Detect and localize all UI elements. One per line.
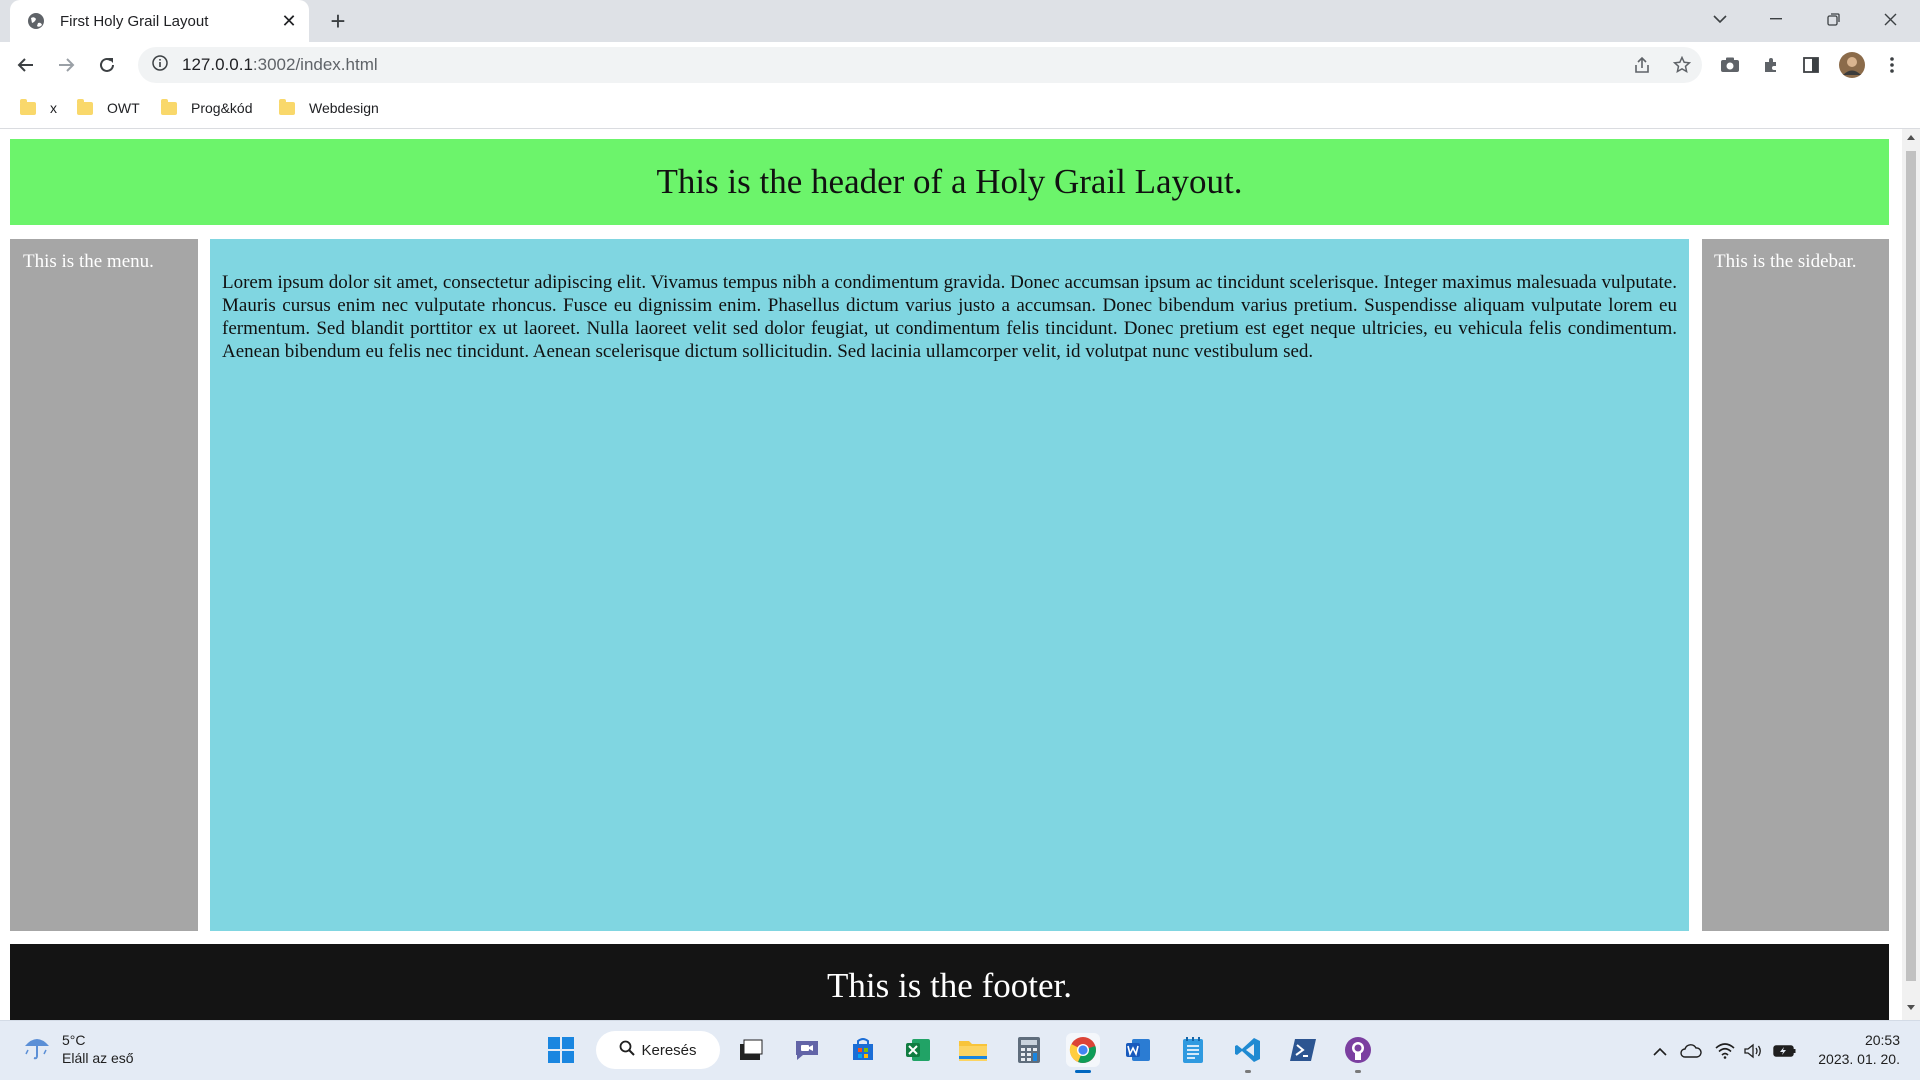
word-icon[interactable] <box>1121 1033 1155 1067</box>
bookmark-label: Webdesign <box>309 100 379 116</box>
kebab-menu-icon[interactable] <box>1876 49 1908 81</box>
clock-time: 20:53 <box>1864 1032 1900 1048</box>
chrome-icon[interactable] <box>1066 1033 1100 1073</box>
open-indicator <box>1245 1070 1251 1073</box>
search-icon <box>619 1040 636 1060</box>
calculator-icon[interactable] <box>1012 1033 1046 1067</box>
weather-widget[interactable]: 5°C Eláll az eső <box>22 1031 134 1067</box>
umbrella-rain-icon <box>22 1032 52 1067</box>
battery-icon[interactable] <box>1772 1039 1798 1063</box>
taskbar-search[interactable]: Keresés <box>596 1031 720 1069</box>
close-window-button[interactable] <box>1862 0 1918 38</box>
restore-button[interactable] <box>1805 0 1861 38</box>
windows-start-icon[interactable] <box>544 1033 578 1067</box>
page-footer: This is the footer. <box>10 944 1889 1020</box>
bookmark-owt[interactable]: OWT <box>77 96 140 120</box>
scroll-down-arrow[interactable] <box>1907 1005 1915 1010</box>
browser-tab[interactable]: First Holy Grail Layout ✕ <box>10 0 309 42</box>
bookmark-star-icon[interactable] <box>1666 49 1698 81</box>
folder-icon <box>279 98 295 115</box>
forward-button[interactable] <box>50 49 82 81</box>
open-indicator <box>1355 1070 1361 1073</box>
vscode-icon[interactable] <box>1231 1033 1265 1073</box>
notepad-icon[interactable] <box>1176 1033 1210 1067</box>
url-text: 127.0.0.1:3002/index.html <box>182 55 378 75</box>
powershell-icon[interactable] <box>1286 1033 1320 1067</box>
bookmark-label: OWT <box>107 100 140 116</box>
bookmark-webdesign[interactable]: Webdesign <box>279 96 379 120</box>
clock-date: 2023. 01. 20. <box>1818 1051 1900 1067</box>
url-host: 127.0.0.1 <box>182 55 253 74</box>
excel-icon[interactable] <box>901 1033 935 1067</box>
chevron-up-icon[interactable] <box>1650 1039 1670 1063</box>
weather-description: Eláll az eső <box>62 1050 134 1066</box>
page-viewport: This is the header of a Holy Grail Layou… <box>0 129 1902 1020</box>
volume-icon[interactable] <box>1742 1039 1764 1063</box>
page-menu: This is the menu. <box>10 239 198 931</box>
page-header: This is the header of a Holy Grail Layou… <box>10 139 1889 225</box>
bookmark-label: x <box>50 100 57 116</box>
teams-chat-icon[interactable] <box>790 1033 824 1067</box>
close-tab-icon[interactable]: ✕ <box>275 7 303 35</box>
bookmark-label: Prog&kód <box>191 100 253 116</box>
new-tab-button[interactable]: + <box>324 6 352 36</box>
page-main-content: Lorem ipsum dolor sit amet, consectetur … <box>210 239 1689 931</box>
tab-search-button[interactable] <box>1692 0 1748 38</box>
folder-icon <box>20 98 36 115</box>
info-icon[interactable] <box>152 54 168 76</box>
address-bar[interactable]: 127.0.0.1:3002/index.html <box>138 47 1702 83</box>
onedrive-cloud-icon[interactable] <box>1678 1039 1704 1063</box>
wifi-icon[interactable] <box>1714 1039 1736 1063</box>
folder-icon <box>161 98 177 115</box>
bookmarks-bar: x OWT Prog&kód Webdesign <box>0 88 1920 129</box>
search-label: Keresés <box>641 1041 697 1059</box>
share-icon[interactable] <box>1626 49 1658 81</box>
scroll-up-arrow[interactable] <box>1907 135 1915 140</box>
folder-icon <box>77 98 93 115</box>
file-explorer-icon[interactable] <box>956 1033 990 1067</box>
task-view-icon[interactable] <box>734 1033 768 1067</box>
page-sidebar: This is the sidebar. <box>1702 239 1889 931</box>
bookmark-progkod[interactable]: Prog&kód <box>161 96 252 120</box>
bookmark-x[interactable]: x <box>20 96 57 120</box>
github-desktop-icon[interactable] <box>1341 1033 1375 1073</box>
camera-icon[interactable] <box>1714 49 1746 81</box>
profile-avatar[interactable] <box>1836 49 1868 81</box>
browser-toolbar: 127.0.0.1:3002/index.html <box>0 42 1920 88</box>
url-path: :3002/index.html <box>252 55 378 74</box>
side-panel-icon[interactable] <box>1795 49 1827 81</box>
extensions-icon[interactable] <box>1755 49 1787 81</box>
tab-strip: First Holy Grail Layout ✕ + <box>0 0 1920 42</box>
scrollbar-thumb[interactable] <box>1906 151 1916 981</box>
back-button[interactable] <box>10 49 42 81</box>
globe-icon <box>26 11 46 31</box>
vertical-scrollbar[interactable] <box>1902 129 1920 1020</box>
reload-button[interactable] <box>91 49 123 81</box>
minimize-button[interactable] <box>1748 0 1804 38</box>
microsoft-store-icon[interactable] <box>846 1033 880 1067</box>
windows-taskbar: 5°C Eláll az eső Keresés 20:53 2023. 01.… <box>0 1020 1920 1080</box>
active-indicator <box>1075 1070 1091 1073</box>
system-clock[interactable]: 20:53 2023. 01. 20. <box>1810 1031 1900 1069</box>
weather-temperature: 5°C <box>62 1032 86 1048</box>
tab-title: First Holy Grail Layout <box>60 12 209 30</box>
